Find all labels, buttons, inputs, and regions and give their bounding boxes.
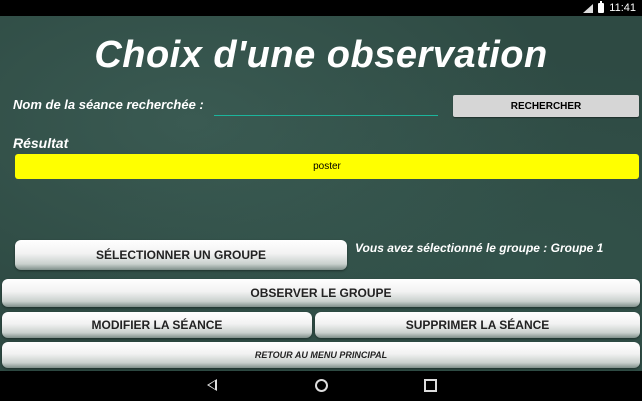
return-main-menu-button[interactable]: RETOUR AU MENU PRINCIPAL: [2, 342, 640, 368]
modify-session-button[interactable]: MODIFIER LA SÉANCE: [2, 312, 312, 338]
battery-icon: [598, 1, 605, 13]
result-list-item[interactable]: poster: [15, 154, 639, 179]
selected-group-text: Vous avez sélectionné le groupe : Groupe…: [355, 241, 604, 255]
result-label: Résultat: [13, 135, 69, 151]
back-icon[interactable]: [207, 379, 217, 391]
page-title: Choix d'une observation: [94, 34, 548, 76]
home-icon[interactable]: [315, 379, 328, 392]
delete-session-button[interactable]: SUPPRIMER LA SÉANCE: [315, 312, 640, 338]
status-time: 11:41: [609, 2, 636, 14]
search-button[interactable]: RECHERCHER: [453, 95, 639, 117]
observe-group-button[interactable]: OBSERVER LE GROUPE: [2, 279, 640, 307]
select-group-button[interactable]: SÉLECTIONNER UN GROUPE: [15, 240, 347, 270]
main-screen: Choix d'une observation Nom de la séance…: [0, 16, 642, 371]
signal-icon: [583, 3, 594, 13]
status-icons: 11:41: [583, 1, 636, 14]
navigation-bar: [0, 371, 642, 401]
status-bar: 11:41: [0, 0, 642, 16]
search-input[interactable]: [214, 93, 438, 116]
search-label: Nom de la séance recherchée :: [13, 97, 204, 112]
recent-apps-icon[interactable]: [424, 379, 437, 392]
